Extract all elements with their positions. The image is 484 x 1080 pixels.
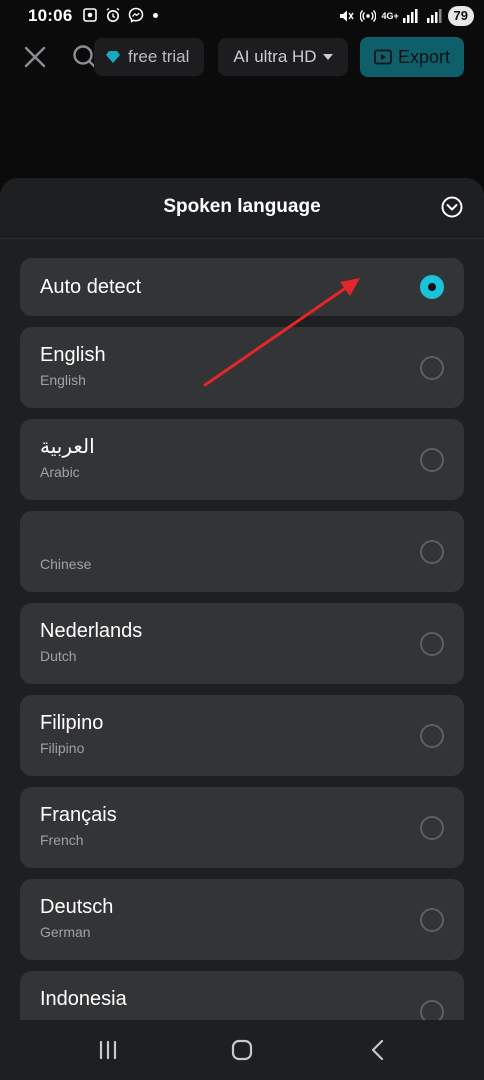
signal-icon [402,9,418,23]
language-native-name: Français [40,804,117,826]
language-english-name: Arabic [40,464,80,480]
diamond-icon [106,51,120,63]
spoken-language-sheet: Spoken language Auto detect English Engl… [0,178,484,1080]
language-native-name [40,527,444,551]
language-option-english[interactable]: English English [20,327,464,408]
hotspot-icon [359,10,376,22]
radio-unselected-icon[interactable] [420,539,444,564]
language-native-name: Filipino [40,712,104,734]
status-bar: 10:06 4G+ 79 [0,0,484,34]
language-native-name: Indonesia [40,988,127,1010]
language-english-name: Filipino [40,740,85,756]
language-option-dutch[interactable]: Nederlands Dutch [20,603,464,684]
status-left-icons [82,7,158,23]
language-english-name: Chinese [40,556,92,572]
free-trial-label: free trial [128,47,190,66]
language-option-arabic[interactable]: العربية Arabic [20,419,464,500]
radio-unselected-icon[interactable] [420,631,444,656]
radio-selected-icon[interactable] [420,275,444,299]
mute-icon [339,10,354,22]
language-option-indonesian[interactable]: Indonesia [20,971,464,1020]
language-native-name: العربية [40,436,95,458]
language-english-name: English [40,372,86,388]
status-time: 10:06 [28,6,73,25]
language-english-name: French [40,832,84,848]
language-option-filipino[interactable]: Filipino Filipino [20,695,464,776]
recent-apps-icon[interactable] [94,1036,122,1064]
language-native-name: Auto detect [40,276,142,298]
editor-toolbar: free trial AI ultra HD Export [0,36,484,78]
messenger-icon [128,7,144,23]
language-native-name: Deutsch [40,896,114,918]
caret-down-icon [322,54,333,60]
language-option-german[interactable]: Deutsch German [20,879,464,960]
network-type-label: 4G+ [381,10,399,21]
collapse-icon[interactable] [440,195,464,219]
language-list: Auto detect English English العربية Arab… [20,258,464,1020]
sheet-header: Spoken language [0,178,484,239]
language-native-name: Nederlands [40,620,143,642]
alarm-icon [106,7,120,22]
quality-dropdown[interactable]: AI ultra HD [218,38,348,76]
language-english-name: German [40,924,91,940]
quality-label: AI ultra HD [233,47,317,66]
system-nav-bar [0,1020,484,1080]
export-icon [374,49,392,65]
status-right-icons: 4G+ 79 [338,6,474,26]
radio-unselected-icon[interactable] [420,907,444,932]
radio-unselected-icon[interactable] [420,355,444,380]
language-option-chinese[interactable]: Chinese [20,511,464,592]
back-icon[interactable] [364,1036,392,1064]
notification-dot-icon [153,12,158,18]
screenshot-icon [83,8,97,22]
language-native-name: English [40,344,106,366]
language-option-french[interactable]: Français French [20,787,464,868]
radio-unselected-icon[interactable] [420,999,444,1020]
close-icon[interactable] [22,44,48,70]
language-option-auto-detect[interactable]: Auto detect [20,258,464,316]
radio-unselected-icon[interactable] [420,447,444,472]
language-english-name: Dutch [40,648,77,664]
sheet-title: Spoken language [163,196,321,217]
free-trial-button[interactable]: free trial [94,38,204,76]
radio-unselected-icon[interactable] [420,815,444,840]
home-icon[interactable] [228,1036,256,1064]
export-button[interactable]: Export [360,37,464,77]
battery-badge: 79 [447,6,474,26]
export-label: Export [397,46,451,67]
signal-icon-2 [426,9,442,23]
radio-unselected-icon[interactable] [420,723,444,748]
